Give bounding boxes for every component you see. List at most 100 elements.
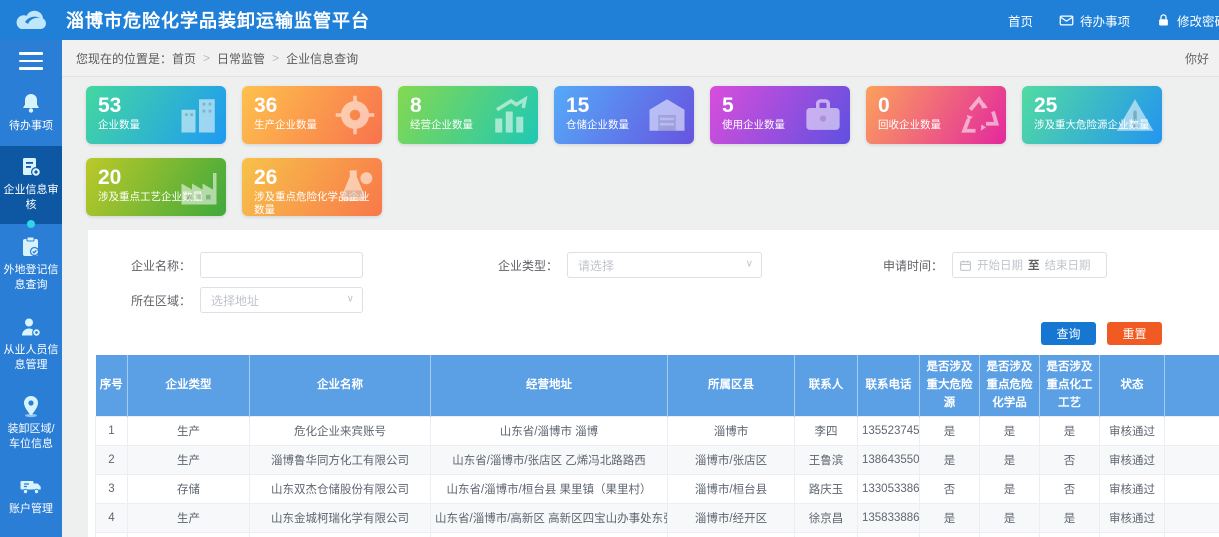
sidebar-item-enterprise-info-audit[interactable]: 企业信息审核 <box>0 146 62 224</box>
sidebar-item-label: 外地登记信息查询 <box>2 263 60 293</box>
table-row[interactable]: 2生产 淄博鲁华同方化工有限公司山东省/淄博市/张店区 乙烯冯北路路西 淄博市/… <box>96 446 1219 475</box>
content: 53 企业数量 36 生产企业数量 <box>62 77 1219 537</box>
sidebar: 待办事项 企业信息审核 外地登记信息查询 从业人员信息管理 <box>0 40 62 537</box>
search-button[interactable]: 查询 <box>1041 322 1096 345</box>
calendar-icon <box>959 259 972 272</box>
flask-icon <box>334 166 376 208</box>
clipboard-check-icon <box>19 235 43 259</box>
status-cell: 审核通过 <box>1100 504 1165 533</box>
gear-icon <box>334 94 376 136</box>
col-contact: 联系人 <box>795 355 858 417</box>
nav-home-label: 首页 <box>1008 11 1033 30</box>
reset-button[interactable]: 重置 <box>1107 322 1162 345</box>
warehouse-icon <box>646 94 688 136</box>
start-date-placeholder: 开始日期 <box>977 257 1023 273</box>
bell-icon <box>19 91 43 115</box>
nav-todo-label: 待办事项 <box>1080 11 1130 30</box>
mail-icon <box>1059 13 1074 28</box>
status-cell: 审核通过 <box>1100 475 1165 504</box>
status-cell: 审核通过 <box>1100 446 1165 475</box>
sidebar-item-label: 账户管理 <box>2 502 60 517</box>
region-select[interactable]: 选择地址 ∨ <box>200 287 363 313</box>
end-date-placeholder: 结束日期 <box>1045 257 1091 273</box>
col-key-process: 是否涉及重点化工工艺 <box>1040 355 1100 417</box>
date-separator: 至 <box>1028 257 1040 273</box>
stat-cards: 53 企业数量 36 生产企业数量 <box>62 77 1182 216</box>
enterprise-table: 序号 企业类型 企业名称 经营地址 所属区县 联系人 联系电话 是否涉及重大危险… <box>95 355 1219 537</box>
col-enterprise-type: 企业类型 <box>128 355 250 417</box>
doc-gear-icon <box>19 155 43 179</box>
menu-toggle-icon[interactable] <box>0 40 62 80</box>
table-row[interactable]: 3存储 山东双杰仓储股份有限公司山东省/淄博市/桓台县 果里镇（果里村） 淄博市… <box>96 475 1219 504</box>
apply-time-range-picker[interactable]: 开始日期 至 结束日期 <box>952 252 1107 278</box>
stat-card-8[interactable]: 26 涉及重点危险化学品企业数量 <box>242 158 382 216</box>
map-pin-icon <box>19 394 43 418</box>
company-name-input[interactable] <box>200 252 363 278</box>
sidebar-item-offsite-registration-query[interactable]: 外地登记信息查询 <box>0 226 62 304</box>
col-status: 状态 <box>1100 355 1165 417</box>
warning-icon <box>1114 94 1156 136</box>
nav-change-password-label: 修改密码 <box>1177 11 1219 30</box>
table-row[interactable]: 1生产 危化企业来宾账号山东省/淄博市 淄博 淄博市李四 13552374536… <box>96 417 1219 446</box>
building-icon <box>178 94 220 136</box>
sidebar-item-account-management[interactable]: 账户管理 <box>0 465 62 528</box>
stat-card-0[interactable]: 53 企业数量 <box>86 86 226 144</box>
filter-row-1: 企业名称： 企业类型： 请选择 ∨ 申请时间： 开始日期 至 结束日期 <box>94 252 1219 278</box>
breadcrumb-daily-supervision[interactable]: 日常监管 <box>217 50 265 67</box>
greeting-text: 你好 <box>1185 50 1209 67</box>
stat-card-1[interactable]: 36 生产企业数量 <box>242 86 382 144</box>
header-nav: 首页 待办事项 修改密码 <box>1008 0 1219 40</box>
page-title: 淄博市危险化学品装卸运输监管平台 <box>66 7 370 33</box>
filter-table-panel: 企业名称： 企业类型： 请选择 ∨ 申请时间： 开始日期 至 结束日期 <box>88 230 1219 537</box>
breadcrumb-separator: > <box>203 51 210 65</box>
stat-card-7[interactable]: 20 涉及重点工艺企业数量 <box>86 158 226 216</box>
table-header: 序号 企业类型 企业名称 经营地址 所属区县 联系人 联系电话 是否涉及重大危险… <box>96 355 1219 417</box>
company-type-label: 企业类型： <box>461 257 567 274</box>
recycle-icon <box>958 94 1000 136</box>
col-business-address: 经营地址 <box>431 355 668 417</box>
sidebar-item-loading-area-parking-info[interactable]: 装卸区域/车位信息 <box>0 385 62 463</box>
chevron-down-icon: ∨ <box>347 294 354 305</box>
sidebar-item-label: 企业信息审核 <box>2 183 60 213</box>
col-phone: 联系电话 <box>858 355 920 417</box>
col-major-hazard: 是否涉及重大危险源 <box>920 355 980 417</box>
stat-card-3[interactable]: 15 仓储企业数量 <box>554 86 694 144</box>
col-actions <box>1165 355 1219 417</box>
main-area: 您现在的位置是： 首页 > 日常监管 > 企业信息查询 你好 53 企业数量 3… <box>62 40 1219 537</box>
nav-todo[interactable]: 待办事项 <box>1059 11 1130 30</box>
factory-icon <box>178 166 220 208</box>
nav-change-password[interactable]: 修改密码 <box>1156 11 1219 30</box>
company-type-placeholder: 请选择 <box>578 257 614 274</box>
region-placeholder: 选择地址 <box>211 292 259 309</box>
sidebar-item-personnel-info-management[interactable]: 从业人员信息管理 <box>0 306 62 384</box>
col-index: 序号 <box>96 355 128 417</box>
stat-card-5[interactable]: 0 回收企业数量 <box>866 86 1006 144</box>
col-key-chemicals: 是否涉及重点危险化学品 <box>980 355 1040 417</box>
company-type-select[interactable]: 请选择 ∨ <box>567 252 762 278</box>
breadcrumb-prefix: 您现在的位置是： <box>76 50 172 67</box>
table-row[interactable]: 5生产 淄博齐翔腾达化工股份有限公司山东省/淄博市/临淄区 杨坡路206号 淄博… <box>96 533 1219 537</box>
breadcrumb-separator: > <box>272 51 279 65</box>
sidebar-item-label: 装卸区域/车位信息 <box>2 422 60 452</box>
table-row[interactable]: 4生产 山东金城柯瑞化学有限公司山东省/淄博市/高新区 高新区四宝山办事处东张村… <box>96 504 1219 533</box>
stat-card-6[interactable]: 25 涉及重大危险源企业数量 <box>1022 86 1162 144</box>
breadcrumb-home[interactable]: 首页 <box>172 50 196 67</box>
col-enterprise-name: 企业名称 <box>250 355 431 417</box>
top-header: 淄博市危险化学品装卸运输监管平台 首页 待办事项 修改密码 <box>0 0 1219 40</box>
status-cell: 审核通过 <box>1100 417 1165 446</box>
col-district: 所属区县 <box>668 355 795 417</box>
lock-icon <box>1156 13 1171 28</box>
nav-home[interactable]: 首页 <box>1008 11 1033 30</box>
apply-time-label: 申请时间： <box>846 257 952 274</box>
status-cell: 审核通过 <box>1100 533 1165 537</box>
sidebar-item-todo[interactable]: 待办事项 <box>0 82 62 145</box>
stat-card-4[interactable]: 5 使用企业数量 <box>710 86 850 144</box>
stat-card-2[interactable]: 8 经营企业数量 <box>398 86 538 144</box>
bar-chart-icon <box>490 94 532 136</box>
sidebar-item-label: 从业人员信息管理 <box>2 343 60 373</box>
breadcrumb: 您现在的位置是： 首页 > 日常监管 > 企业信息查询 你好 <box>62 40 1219 77</box>
briefcase-icon <box>802 94 844 136</box>
region-label: 所在区域： <box>94 292 200 309</box>
company-name-label: 企业名称： <box>94 257 200 274</box>
filter-row-2: 所在区域： 选择地址 ∨ <box>94 287 1219 313</box>
